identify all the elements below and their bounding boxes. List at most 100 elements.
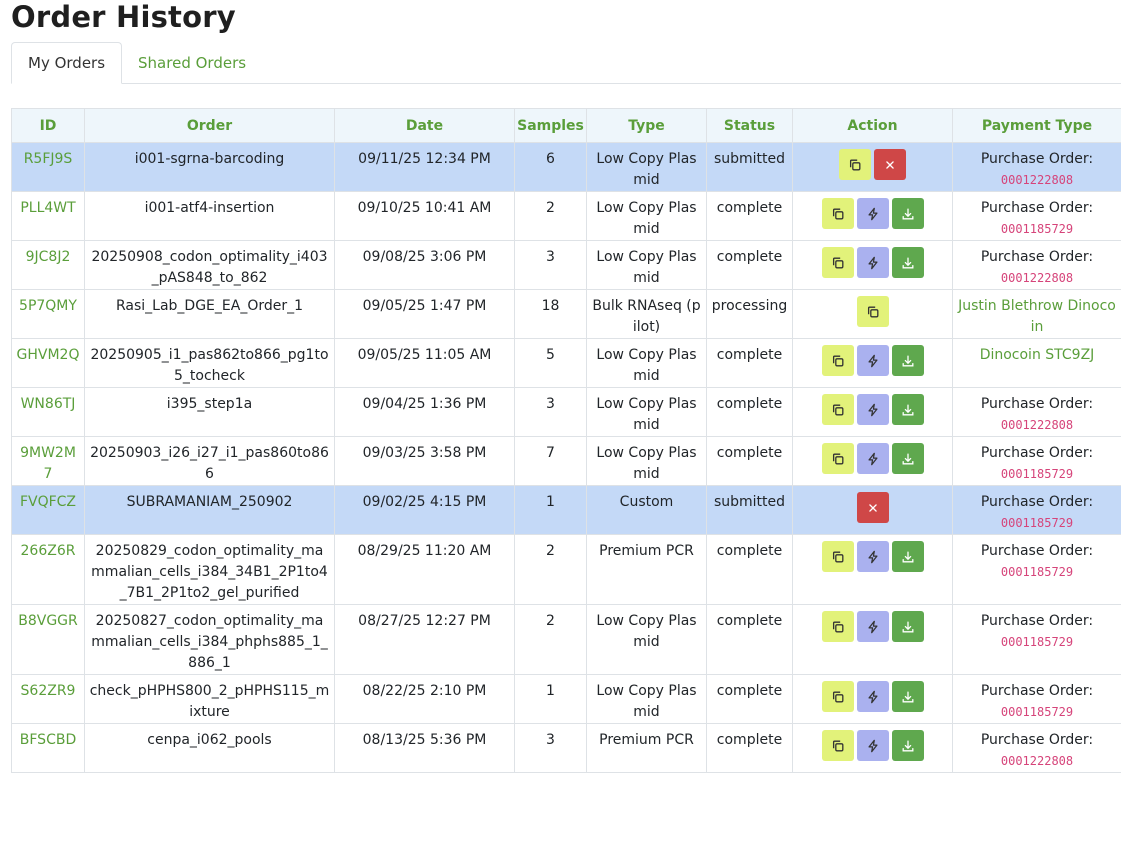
column-header-samples[interactable]: Samples xyxy=(514,108,587,143)
copy-order-button[interactable] xyxy=(821,394,854,425)
bolt-icon xyxy=(866,550,880,564)
reorder-button[interactable] xyxy=(856,541,889,572)
payment-label: Purchase Order: xyxy=(980,249,1094,265)
samples-cell: 1 xyxy=(514,485,587,535)
column-header-type[interactable]: Type xyxy=(586,108,707,143)
delete-order-button[interactable] xyxy=(874,149,906,180)
download-button[interactable] xyxy=(891,611,924,642)
copy-order-button[interactable] xyxy=(821,681,854,712)
order-id-link[interactable]: BFSCBD xyxy=(11,723,85,773)
action-cell xyxy=(792,142,953,192)
column-header-id[interactable]: ID xyxy=(11,108,85,143)
copy-order-button[interactable] xyxy=(821,198,854,229)
order-id-link[interactable]: 266Z6R xyxy=(11,534,85,605)
payment-type-cell: Purchase Order: 0001222808 xyxy=(952,142,1121,192)
action-buttons xyxy=(797,345,948,376)
payment-label: Purchase Order: xyxy=(980,151,1094,167)
copy-icon xyxy=(831,452,845,466)
order-id-link[interactable]: R5FJ9S xyxy=(11,142,85,192)
action-buttons xyxy=(797,611,948,642)
order-id-link[interactable]: 9JC8J2 xyxy=(11,240,85,290)
tab-my-orders[interactable]: My Orders xyxy=(11,42,123,84)
column-header-date[interactable]: Date xyxy=(334,108,515,143)
copy-icon xyxy=(831,256,845,270)
copy-order-button[interactable] xyxy=(856,296,889,327)
action-buttons xyxy=(797,443,948,474)
payment-type-cell: Purchase Order: 0001222808 xyxy=(952,723,1121,773)
reorder-button[interactable] xyxy=(856,730,889,761)
payment-type-cell: Purchase Order: 0001185729 xyxy=(952,436,1121,486)
download-icon xyxy=(901,739,915,753)
reorder-button[interactable] xyxy=(856,611,889,642)
order-id-link[interactable]: GHVM2Q xyxy=(11,338,85,388)
order-name-cell: 20250827_codon_optimality_mammalian_cell… xyxy=(84,604,335,675)
order-id-link[interactable]: FVQFCZ xyxy=(11,485,85,535)
order-type-cell: Bulk RNAseq (pilot) xyxy=(586,289,707,339)
column-header-order[interactable]: Order xyxy=(84,108,335,143)
close-icon xyxy=(883,158,897,172)
download-icon xyxy=(901,550,915,564)
column-header-status[interactable]: Status xyxy=(706,108,793,143)
payment-link[interactable]: Dinocoin STC9ZJ xyxy=(980,347,1095,363)
copy-order-button[interactable] xyxy=(821,611,854,642)
copy-order-button[interactable] xyxy=(821,541,854,572)
download-button[interactable] xyxy=(891,730,924,761)
copy-order-button[interactable] xyxy=(821,345,854,376)
order-id-link[interactable]: 9MW2M7 xyxy=(11,436,85,486)
download-button[interactable] xyxy=(891,394,924,425)
table-row: PLL4WT i001-atf4-insertion 09/10/25 10:41 … xyxy=(11,191,1121,241)
order-id-link[interactable]: S62ZR9 xyxy=(11,674,85,724)
order-id-link[interactable]: 5P7QMY xyxy=(11,289,85,339)
download-button[interactable] xyxy=(891,345,924,376)
samples-cell: 18 xyxy=(514,289,587,339)
status-cell: processing xyxy=(706,289,793,339)
copy-icon xyxy=(831,207,845,221)
reorder-button[interactable] xyxy=(856,247,889,278)
action-cell xyxy=(792,387,953,437)
order-id-link[interactable]: B8VGGR xyxy=(11,604,85,675)
payment-type-cell: Dinocoin STC9ZJ xyxy=(952,338,1121,388)
copy-order-button[interactable] xyxy=(821,730,854,761)
order-date-cell: 09/03/25 3:58 PM xyxy=(334,436,515,486)
copy-order-button[interactable] xyxy=(821,247,854,278)
order-id-link[interactable]: WN86TJ xyxy=(11,387,85,437)
reorder-button[interactable] xyxy=(856,681,889,712)
payment-label: Purchase Order: xyxy=(980,396,1094,412)
action-cell xyxy=(792,604,953,675)
action-cell xyxy=(792,723,953,773)
purchase-order-code: 0001222808 xyxy=(1000,271,1074,285)
payment-link[interactable]: Justin Blethrow Dinocoin xyxy=(958,298,1116,335)
delete-order-button[interactable] xyxy=(856,492,889,523)
samples-cell: 3 xyxy=(514,387,587,437)
column-header-payment-type[interactable]: Payment Type xyxy=(952,108,1121,143)
copy-order-button[interactable] xyxy=(821,443,854,474)
download-icon xyxy=(901,403,915,417)
download-button[interactable] xyxy=(891,443,924,474)
copy-order-button[interactable] xyxy=(839,149,871,180)
download-button[interactable] xyxy=(891,198,924,229)
download-button[interactable] xyxy=(891,247,924,278)
action-buttons xyxy=(797,492,948,523)
action-buttons xyxy=(797,198,948,229)
order-name-cell: Rasi_Lab_DGE_EA_Order_1 xyxy=(84,289,335,339)
reorder-button[interactable] xyxy=(856,345,889,376)
order-name-cell: 20250905_i1_pas862to866_pg1to5_tocheck xyxy=(84,338,335,388)
download-button[interactable] xyxy=(891,541,924,572)
order-type-cell: Low Copy Plasmid xyxy=(586,142,707,192)
reorder-button[interactable] xyxy=(856,198,889,229)
table-row: 9MW2M7 20250903_i26_i27_i1_pas860to866 09/… xyxy=(11,436,1121,486)
order-name-cell: check_pHPHS800_2_pHPHS115_mixture xyxy=(84,674,335,724)
download-icon xyxy=(901,452,915,466)
payment-type-cell: Purchase Order: 0001185729 xyxy=(952,485,1121,535)
action-cell xyxy=(792,485,953,535)
order-date-cell: 09/08/25 3:06 PM xyxy=(334,240,515,290)
payment-type-cell: Purchase Order: 0001185729 xyxy=(952,534,1121,605)
order-type-cell: Premium PCR xyxy=(586,723,707,773)
tab-shared-orders[interactable]: Shared Orders xyxy=(122,43,262,83)
reorder-button[interactable] xyxy=(856,394,889,425)
download-button[interactable] xyxy=(891,681,924,712)
purchase-order-code: 0001222808 xyxy=(1000,754,1074,768)
order-id-link[interactable]: PLL4WT xyxy=(11,191,85,241)
reorder-button[interactable] xyxy=(856,443,889,474)
orders-table-body: R5FJ9S i001-sgrna-barcoding 09/11/25 12:34… xyxy=(11,142,1121,773)
